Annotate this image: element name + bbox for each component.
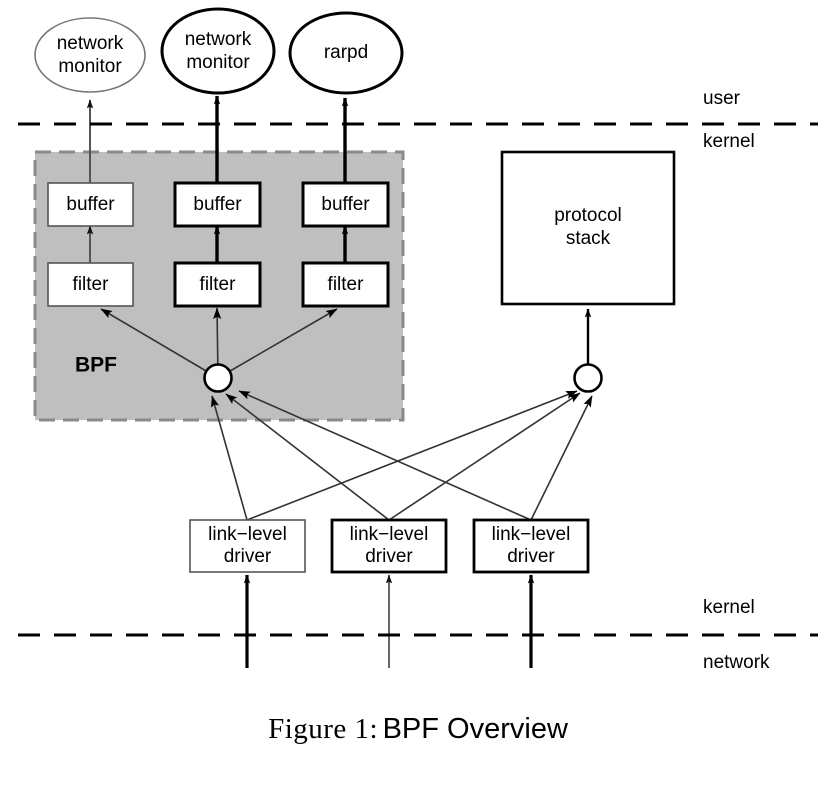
process-label-line2: monitor: [186, 52, 250, 73]
filter-label: filter: [73, 274, 110, 295]
user-process-rarpd: rarpd: [288, 11, 404, 95]
protocol-stack-box: protocol stack: [500, 150, 676, 306]
protocol-tap-circle: [573, 363, 603, 393]
protocol-stack-label-line2: stack: [566, 228, 611, 249]
kernel-boundary-label-bottom: kernel: [703, 597, 755, 618]
driver-label-line1: link−level: [350, 524, 429, 545]
link-level-driver-box-2: link−level driver: [330, 518, 448, 574]
process-ellipse: [34, 17, 146, 93]
filter-box-3: filter: [301, 261, 390, 308]
bpf-overview-diagram: BPF network monitor network monitor rarp…: [18, 7, 818, 673]
process-label-line1: rarpd: [324, 42, 368, 63]
buffer-label: buffer: [66, 194, 115, 215]
kernel-boundary-label-top: kernel: [703, 131, 755, 152]
buffer-label: buffer: [321, 194, 370, 215]
driver-label-line2: driver: [507, 546, 555, 567]
buffer-box-1: buffer: [47, 182, 134, 227]
figure-caption-number: Figure 1:: [268, 713, 379, 745]
arrow-driver2-to-protocoltap: [388, 392, 581, 521]
buffer-label: buffer: [193, 194, 242, 215]
link-level-driver-box-3: link−level driver: [472, 518, 590, 574]
figure-bpf-overview: BPF network monitor network monitor rarp…: [0, 0, 836, 786]
process-label-line1: network: [185, 29, 252, 50]
filter-box-1: filter: [47, 262, 134, 307]
user-process-network-monitor-2: network monitor: [160, 7, 276, 95]
driver-label-line1: link−level: [492, 524, 571, 545]
user-process-network-monitor-1: network monitor: [34, 17, 146, 93]
figure-caption-title: BPF Overview: [382, 713, 568, 745]
driver-label-line2: driver: [224, 546, 272, 567]
filter-label: filter: [328, 274, 365, 295]
process-ellipse: [160, 7, 276, 95]
protocol-stack-label-line1: protocol: [554, 205, 622, 226]
process-label-line1: network: [57, 33, 124, 54]
arrow-driver3-to-protocoltap: [530, 395, 593, 521]
bpf-region-label: BPF: [75, 354, 117, 377]
user-boundary-label: user: [703, 88, 741, 109]
figure-caption: Figure 1: BPF Overview: [0, 713, 836, 746]
buffer-box-3: buffer: [301, 181, 390, 228]
filter-label: filter: [200, 274, 237, 295]
filter-box-2: filter: [173, 261, 262, 308]
link-level-driver-box-1: link−level driver: [189, 519, 306, 573]
process-label-line2: monitor: [58, 56, 122, 77]
driver-label-line2: driver: [365, 546, 413, 567]
network-boundary-label: network: [703, 652, 770, 673]
driver-label-line1: link−level: [208, 524, 287, 545]
buffer-box-2: buffer: [173, 181, 262, 228]
bpf-tap-circle: [203, 363, 233, 393]
